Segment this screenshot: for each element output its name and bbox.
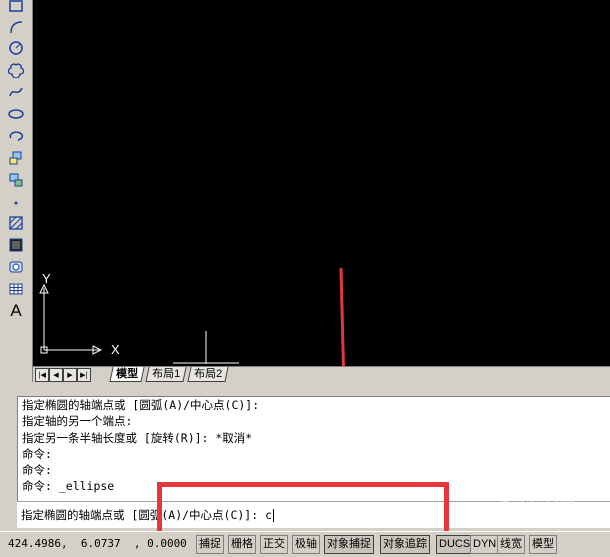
- osnap-toggle[interactable]: 对象捕捉: [324, 535, 374, 554]
- command-window-frame: [0, 382, 610, 394]
- history-line: 指定轴的另一个端点:: [22, 414, 133, 429]
- lineweight-toggle[interactable]: 线宽: [497, 535, 525, 554]
- command-input-value[interactable]: c: [265, 508, 272, 522]
- ducs-toggle[interactable]: DUCS: [436, 535, 474, 554]
- layout-tab-bar: |◀ ◀ ▶ ▶| 模型 布局1 布局2: [33, 366, 610, 383]
- spline-icon[interactable]: [6, 82, 26, 102]
- tab-model[interactable]: 模型: [109, 367, 145, 382]
- insert-block-icon[interactable]: [6, 148, 26, 168]
- multiline-text-icon[interactable]: A: [6, 301, 26, 321]
- region-icon[interactable]: [6, 257, 26, 277]
- arc-icon[interactable]: [6, 17, 26, 37]
- revision-cloud-icon[interactable]: [6, 60, 26, 80]
- drawing-canvas[interactable]: Y X: [33, 0, 610, 366]
- history-line: 命令: _ellipse: [22, 479, 115, 494]
- ortho-toggle[interactable]: 正交: [260, 535, 288, 554]
- ucs-y-label: Y: [42, 271, 51, 286]
- last-tab-button[interactable]: ▶|: [77, 368, 91, 382]
- history-line: 指定另一条半轴长度或 [旋转(R)]: *取消*: [22, 430, 253, 445]
- prev-tab-button[interactable]: ◀: [49, 368, 63, 382]
- command-prompt: 指定椭圆的轴端点或 [圆弧(A)/中心点(C)]:: [21, 508, 266, 522]
- next-tab-button[interactable]: ▶: [63, 368, 77, 382]
- command-history: 指定椭圆的轴端点或 [圆弧(A)/中心点(C)]: 指定轴的另一个端点: 指定另…: [17, 396, 610, 501]
- command-input[interactable]: 指定椭圆的轴端点或 [圆弧(A)/中心点(C)]: c: [17, 501, 610, 528]
- make-block-icon[interactable]: [6, 170, 26, 190]
- ellipse-icon[interactable]: [6, 104, 26, 124]
- gradient-icon[interactable]: [6, 235, 26, 255]
- ucs-x-label: X: [111, 342, 120, 357]
- draw-toolbar: A: [0, 0, 33, 388]
- rectangle-icon[interactable]: [6, 0, 26, 16]
- circle-icon[interactable]: [6, 38, 26, 58]
- snap-toggle[interactable]: 捕捉: [196, 535, 224, 554]
- otrack-toggle[interactable]: 对象追踪: [380, 535, 430, 554]
- history-line: 指定椭圆的轴端点或 [圆弧(A)/中心点(C)]:: [22, 398, 260, 412]
- tab-layout2[interactable]: 布局2: [187, 367, 229, 382]
- status-bar: 424.4986, 6.0737 , 0.0000 捕捉 栅格 正交 极轴 对象…: [0, 531, 610, 557]
- model-toggle[interactable]: 模型: [529, 535, 557, 554]
- ucs-icon: [39, 267, 345, 366]
- history-line: 命令:: [22, 446, 52, 461]
- text-cursor: [273, 509, 275, 522]
- coordinate-readout: 424.4986, 6.0737 , 0.0000: [8, 537, 187, 550]
- table-icon[interactable]: [6, 279, 26, 299]
- point-icon[interactable]: [6, 192, 26, 212]
- hatch-icon[interactable]: [6, 213, 26, 233]
- polar-toggle[interactable]: 极轴: [292, 535, 320, 554]
- dyn-toggle[interactable]: DYN: [470, 535, 500, 554]
- tab-layout1[interactable]: 布局1: [145, 367, 187, 382]
- history-line: 命令:: [22, 463, 52, 478]
- first-tab-button[interactable]: |◀: [35, 368, 49, 382]
- grid-toggle[interactable]: 栅格: [228, 535, 256, 554]
- ellipse-arc-icon[interactable]: [6, 126, 26, 146]
